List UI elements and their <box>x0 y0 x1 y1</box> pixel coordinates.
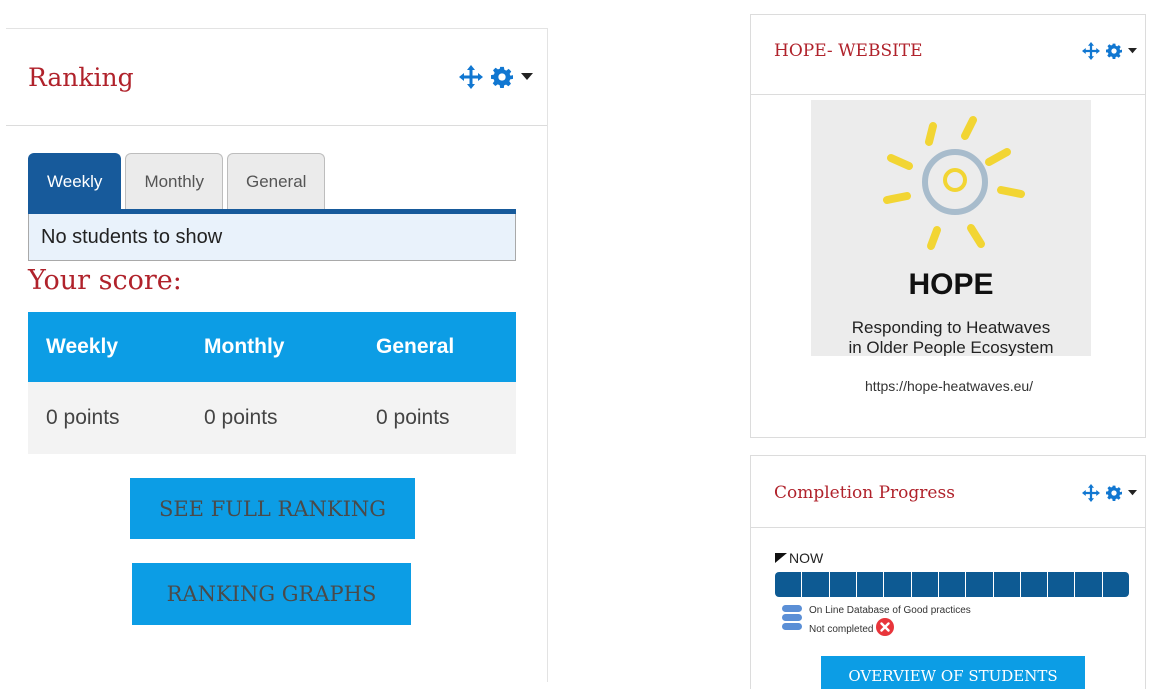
table-row: 0 points 0 points 0 points <box>28 382 516 454</box>
move-icon[interactable] <box>1082 484 1100 502</box>
ranking-empty-message: No students to show <box>28 214 516 261</box>
progress-cell[interactable] <box>857 572 885 597</box>
sun-icon <box>883 116 1025 250</box>
gear-icon[interactable] <box>491 66 513 88</box>
score-monthly: 0 points <box>204 406 278 429</box>
score-general: 0 points <box>376 406 450 429</box>
completion-title: Completion Progress <box>774 483 955 503</box>
progress-cell[interactable] <box>939 572 967 597</box>
hope-url-link[interactable]: https://hope-heatwaves.eu/ <box>751 378 1147 394</box>
activity-name: On Line Database of Good practices <box>809 605 971 616</box>
header-monthly: Monthly <box>204 335 285 358</box>
hope-logo-subtitle-2: in Older People Ecosystem <box>848 338 1054 356</box>
see-full-ranking-button[interactable]: SEE FULL RANKING <box>130 478 415 539</box>
completion-progress-bar[interactable] <box>775 572 1129 597</box>
now-label: NOW <box>789 550 824 566</box>
progress-cell[interactable] <box>802 572 830 597</box>
gear-icon[interactable] <box>1106 485 1122 501</box>
score-weekly: 0 points <box>46 406 120 429</box>
hope-logo-image[interactable]: HOPE Responding to Heatwaves in Older Pe… <box>811 100 1091 356</box>
ranking-graphs-button[interactable]: RANKING GRAPHS <box>132 563 411 625</box>
ranking-tabs: Weekly Monthly General <box>28 153 326 209</box>
score-table-header: Weekly Monthly General <box>28 312 516 382</box>
hope-controls <box>1082 42 1137 60</box>
progress-cell[interactable] <box>884 572 912 597</box>
activity-info: On Line Database of Good practices Not c… <box>781 604 971 641</box>
database-icon <box>781 604 803 641</box>
move-icon[interactable] <box>1082 42 1100 60</box>
header-weekly: Weekly <box>46 335 118 358</box>
completion-progress-block: Completion Progress NOW On Line Database… <box>750 455 1146 689</box>
hope-logo-subtitle-1: Responding to Heatwaves <box>851 318 1051 337</box>
ranking-controls <box>459 65 533 89</box>
activity-status: Not completed <box>809 623 874 635</box>
header-general: General <box>376 335 455 358</box>
caret-down-icon[interactable] <box>1128 48 1137 54</box>
now-pointer-icon <box>775 550 787 566</box>
hope-logo-word: HOPE <box>908 268 994 301</box>
score-table: Weekly Monthly General 0 points 0 points… <box>28 312 516 454</box>
tab-weekly[interactable]: Weekly <box>28 153 122 209</box>
progress-cell[interactable] <box>1103 572 1129 597</box>
progress-cell[interactable] <box>994 572 1021 597</box>
completion-header: Completion Progress <box>751 456 1145 528</box>
hope-header: HOPE- WEBSITE <box>751 15 1145 95</box>
progress-cell[interactable] <box>912 572 939 597</box>
progress-cell[interactable] <box>1075 572 1103 597</box>
hope-title: HOPE- WEBSITE <box>774 41 923 61</box>
progress-cell[interactable] <box>775 572 803 597</box>
caret-down-icon[interactable] <box>521 73 533 81</box>
hope-website-block: HOPE- WEBSITE HOPE Responding to Heatwav… <box>750 14 1146 438</box>
move-icon[interactable] <box>459 65 483 89</box>
overview-of-students-button[interactable]: OVERVIEW OF STUDENTS <box>821 656 1085 689</box>
activity-status-line: Not completed <box>809 618 971 641</box>
tab-general[interactable]: General <box>226 153 326 209</box>
now-marker: NOW <box>775 550 823 566</box>
activity-text: On Line Database of Good practices Not c… <box>809 604 971 641</box>
ranking-title: Ranking <box>28 63 134 92</box>
progress-cell[interactable] <box>966 572 994 597</box>
caret-down-icon[interactable] <box>1128 490 1137 496</box>
gear-icon[interactable] <box>1106 43 1122 59</box>
ranking-block: Ranking Weekly Monthly General No studen… <box>6 28 548 682</box>
tab-monthly[interactable]: Monthly <box>125 153 223 209</box>
not-completed-icon <box>876 618 895 641</box>
completion-controls <box>1082 484 1137 502</box>
progress-cell[interactable] <box>1048 572 1076 597</box>
progress-cell[interactable] <box>1021 572 1049 597</box>
your-score-heading: Your score: <box>28 265 182 296</box>
progress-cell[interactable] <box>830 572 857 597</box>
ranking-header: Ranking <box>6 29 547 126</box>
